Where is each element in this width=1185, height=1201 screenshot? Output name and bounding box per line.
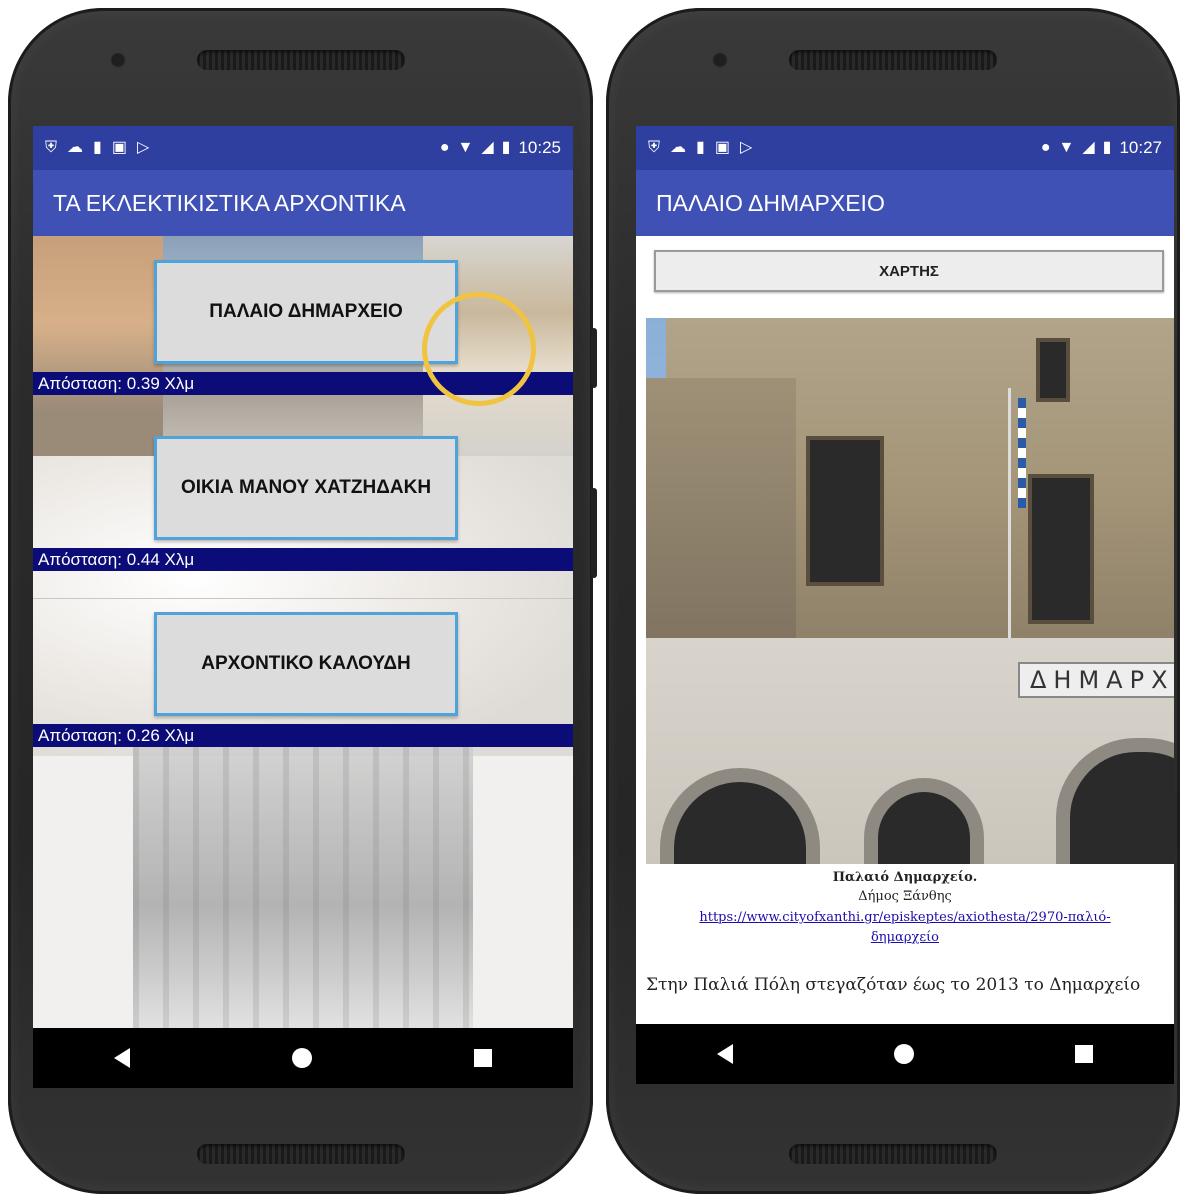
front-camera	[714, 54, 726, 66]
map-button[interactable]: ΧΑΡΤΗΣ	[654, 250, 1164, 292]
right-screen: ⛨ ☁ ▮ ▣ ▷ ● ▼ ◢ ▮ 10:27 ΠΑΛΑΙΟ ΔΗΜΑΡΧΕΙΟ…	[636, 126, 1174, 1084]
cloud-icon: ☁	[67, 139, 84, 156]
navigation-bar	[33, 1028, 573, 1088]
places-list[interactable]: ΠΑΛΑΙΟ ΔΗΜΑΡΧΕΙΟ Απόσταση: 0.39 Χλμ ΟΙΚΙ…	[33, 236, 573, 1030]
place-button-manos-hatzidakis-house[interactable]: ΟΙΚΙΑ ΜΑΝΟΥ ΧΑΤΖΗΔΑΚΗ	[154, 436, 458, 540]
navigation-bar	[636, 1024, 1174, 1084]
location-icon: ●	[439, 139, 450, 156]
shield-icon: ⛨	[648, 139, 661, 156]
photo-caption: Παλαιό Δημαρχείο. Δήμος Ξάνθης https://w…	[636, 866, 1174, 948]
photo-icon: ▣	[714, 139, 730, 156]
back-icon[interactable]	[716, 1044, 733, 1064]
left-phone: ⛨ ☁ ▮ ▣ ▷ ● ▼ ◢ ▮ 10:25 ΤΑ ΕΚΛΕΚΤΙΚΙΣΤΙΚ…	[8, 8, 597, 1194]
shield-icon: ⛨	[45, 139, 58, 156]
greek-flag	[1018, 398, 1026, 508]
home-icon[interactable]	[292, 1048, 312, 1068]
location-icon: ●	[1040, 139, 1051, 156]
bottom-speaker	[789, 1144, 997, 1164]
app-title: ΠΑΛΑΙΟ ΔΗΜΑΡΧΕΙΟ	[656, 189, 885, 216]
distance-label: Απόσταση: 0.26 Χλμ	[33, 724, 573, 747]
earpiece-speaker	[789, 50, 997, 70]
source-link[interactable]: https://www.cityofxanthi.gr/episkeptes/a…	[670, 908, 1140, 948]
right-phone: ⛨ ☁ ▮ ▣ ▷ ● ▼ ◢ ▮ 10:27 ΠΑΛΑΙΟ ΔΗΜΑΡΧΕΙΟ…	[606, 8, 1180, 1194]
caption-title: Παλαιό Δημαρχείο.	[832, 870, 978, 885]
status-bar: ⛨ ☁ ▮ ▣ ▷ ● ▼ ◢ ▮ 10:25	[33, 126, 573, 170]
app-title: ΤΑ ΕΚΛΕΚΤΙΚΙΣΤΙΚΑ ΑΡΧΟΝΤΙΚΑ	[53, 189, 406, 216]
play-store-icon: ▷	[739, 139, 753, 156]
recent-apps-icon[interactable]	[1075, 1045, 1094, 1063]
wifi-icon: ▼	[1058, 139, 1075, 156]
sd-card-icon: ▮	[93, 139, 102, 156]
status-time: 10:27	[1119, 138, 1162, 157]
status-bar: ⛨ ☁ ▮ ▣ ▷ ● ▼ ◢ ▮ 10:27	[636, 126, 1174, 170]
tap-indicator	[422, 292, 536, 406]
home-icon[interactable]	[893, 1044, 914, 1064]
battery-icon: ▮	[501, 139, 511, 156]
place-button-kaloudi-mansion[interactable]: ΑΡΧΟΝΤΙΚΟ ΚΑΛΟΥΔΗ	[154, 612, 458, 716]
back-icon[interactable]	[114, 1048, 130, 1068]
photo-icon: ▣	[111, 139, 127, 156]
signal-icon: ◢	[1082, 139, 1095, 156]
description-text: Στην Παλιά Πόλη στεγαζόταν έως το 2013 τ…	[646, 975, 1141, 995]
building-sign: ΔΗΜΑΡΧ	[1018, 662, 1174, 698]
status-time: 10:25	[518, 138, 561, 157]
left-screen: ⛨ ☁ ▮ ▣ ▷ ● ▼ ◢ ▮ 10:25 ΤΑ ΕΚΛΕΚΤΙΚΙΣΤΙΚ…	[33, 126, 573, 1088]
play-store-icon: ▷	[136, 139, 150, 156]
wifi-icon: ▼	[457, 139, 474, 156]
signal-icon: ◢	[481, 139, 494, 156]
app-bar: ΤΑ ΕΚΛΕΚΤΙΚΙΣΤΙΚΑ ΑΡΧΟΝΤΙΚΑ	[33, 170, 573, 236]
town-hall-photo: ΔΗΜΑΡΧ	[646, 318, 1174, 864]
divider	[33, 598, 573, 599]
bottom-speaker	[196, 1144, 405, 1164]
app-bar: ΠΑΛΑΙΟ ΔΗΜΑΡΧΕΙΟ	[636, 170, 1174, 236]
distance-label: Απόσταση: 0.44 Χλμ	[33, 548, 573, 571]
recent-apps-icon[interactable]	[474, 1049, 492, 1067]
background-photo-street	[133, 746, 473, 1030]
sd-card-icon: ▮	[696, 139, 705, 156]
front-camera	[112, 54, 124, 66]
earpiece-speaker	[196, 50, 405, 70]
volume-button	[591, 328, 597, 388]
battery-icon: ▮	[1102, 139, 1112, 156]
place-button-old-town-hall[interactable]: ΠΑΛΑΙΟ ΔΗΜΑΡΧΕΙΟ	[154, 260, 458, 364]
caption-source: Δήμος Ξάνθης	[858, 889, 952, 904]
power-button	[591, 488, 597, 578]
detail-content[interactable]: ΧΑΡΤΗΣ ΔΗΜΑΡΧ Παλαιό Δημαρχείο. Δήμος Ξά…	[636, 236, 1174, 1024]
cloud-icon: ☁	[670, 139, 687, 156]
